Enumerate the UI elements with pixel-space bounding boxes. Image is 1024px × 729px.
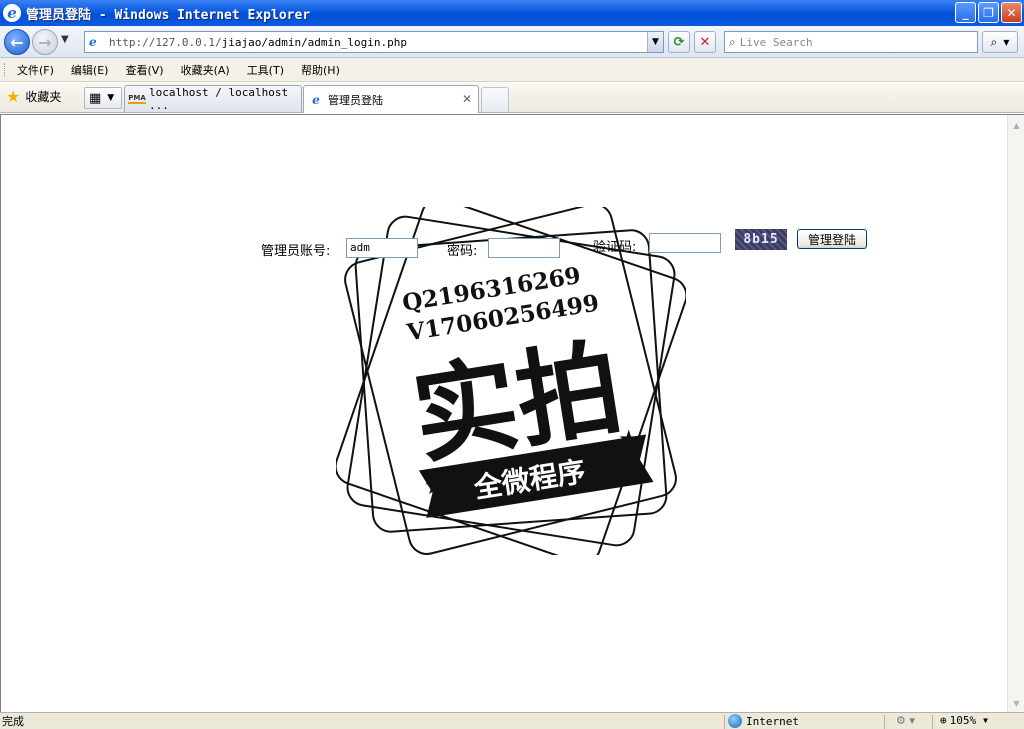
star-icon: ★ [424, 472, 446, 500]
status-divider [884, 715, 885, 729]
globe-icon [728, 714, 742, 728]
password-input[interactable] [488, 238, 560, 258]
ie-page-icon: e [312, 92, 320, 107]
protected-mode-icon[interactable]: ⚙ ▾ [896, 714, 915, 727]
captcha-label: 验证码: [593, 240, 637, 255]
ie-logo-icon: e [3, 4, 21, 22]
page-content: Q2196316269 V17060256499 实拍 全微程序 ★ ★ 管理员… [0, 114, 1024, 713]
menu-tools[interactable]: 工具(T) [247, 62, 284, 78]
zoom-icon: ⊕ [940, 714, 947, 727]
watermark-stamp: Q2196316269 V17060256499 实拍 全微程序 ★ ★ [336, 207, 686, 555]
magnifier-icon: ⌕ [990, 34, 998, 49]
quick-tabs-button[interactable]: ▦ ▼ [84, 87, 122, 109]
zoom-control[interactable]: ⊕ 105% ▼ [940, 714, 988, 727]
minimize-button[interactable]: _ [955, 2, 976, 23]
recent-pages-dropdown[interactable]: ▼ [61, 34, 69, 45]
stop-icon: ✕ [699, 34, 711, 50]
captcha-input[interactable] [649, 233, 721, 253]
address-bar[interactable]: e http://127.0.0.1/jiajao/admin/admin_lo… [84, 31, 664, 53]
password-label: 密码: [447, 244, 478, 259]
forward-button[interactable]: → [32, 29, 58, 55]
close-tab-icon[interactable]: ✕ [462, 92, 472, 106]
tab-label: 管理员登陆 [328, 93, 383, 107]
toolbar-grip[interactable] [4, 62, 7, 77]
search-button[interactable]: ⌕ ▼ [982, 31, 1018, 53]
back-button[interactable]: ← [4, 29, 30, 55]
status-bar: 完成 Internet ⚙ ▾ ⊕ 105% ▼ [0, 712, 1024, 729]
account-label: 管理员账号: [261, 244, 331, 259]
grid-icon: ▦ [89, 90, 102, 106]
login-button[interactable]: 管理登陆 [797, 229, 867, 249]
zoom-level: 105% [949, 714, 977, 727]
scroll-down-icon[interactable]: ▼ [1009, 695, 1024, 711]
search-placeholder: Live Search [739, 35, 813, 49]
menu-edit[interactable]: 编辑(E) [71, 62, 109, 78]
search-options-dropdown[interactable]: ▼ [1003, 38, 1009, 47]
star-icon: ★ [618, 425, 640, 453]
menu-bar: 文件(F) 编辑(E) 查看(V) 收藏夹(A) 工具(T) 帮助(H) [0, 58, 1024, 82]
search-box[interactable]: ⌕ Live Search [724, 31, 978, 53]
account-input[interactable]: adm [346, 238, 418, 258]
address-url[interactable]: http://127.0.0.1/jiajao/admin/admin_logi… [109, 36, 407, 49]
favorites-label: 收藏夹 [25, 90, 62, 104]
refresh-button[interactable]: ⟳ [668, 31, 690, 53]
status-divider [724, 715, 725, 729]
tab-phpmyadmin[interactable]: PMA localhost / localhost ... [124, 85, 302, 112]
phpmyadmin-icon: PMA [128, 94, 146, 104]
tab-list-dropdown[interactable]: ▼ [107, 93, 114, 103]
tab-label: localhost / localhost ... [149, 86, 289, 112]
vertical-scrollbar[interactable]: ▲ ▼ [1007, 115, 1024, 713]
menu-help[interactable]: 帮助(H) [301, 62, 340, 78]
star-icon: ★ [6, 87, 21, 106]
menu-file[interactable]: 文件(F) [17, 62, 54, 78]
arrow-left-icon: ← [10, 32, 24, 52]
menu-favorites[interactable]: 收藏夹(A) [181, 62, 230, 78]
address-toolbar: ← → ▼ e http://127.0.0.1/jiajao/admin/ad… [0, 26, 1024, 58]
window-title: 管理员登陆 - Windows Internet Explorer [26, 7, 311, 23]
menu-view[interactable]: 查看(V) [125, 62, 163, 78]
status-text: 完成 [2, 715, 24, 728]
new-tab-button[interactable] [481, 87, 509, 112]
close-button[interactable]: ✕ [1001, 2, 1022, 23]
scroll-up-icon[interactable]: ▲ [1009, 117, 1024, 133]
window-controls: _ ❐ ✕ [955, 2, 1022, 23]
restore-button[interactable]: ❐ [978, 2, 999, 23]
tab-admin-login[interactable]: e 管理员登陆 ✕ [303, 85, 479, 113]
search-icon: ⌕ [729, 34, 736, 49]
title-bar: e 管理员登陆 - Windows Internet Explorer _ ❐ … [0, 0, 1024, 26]
arrow-right-icon: → [38, 32, 52, 52]
address-dropdown[interactable]: ▼ [647, 32, 663, 52]
security-zone[interactable]: Internet [728, 714, 799, 728]
status-divider [932, 715, 933, 729]
captcha-image[interactable]: 8b15 [735, 229, 787, 250]
refresh-icon: ⟳ [673, 34, 685, 50]
zoom-dropdown[interactable]: ▼ [983, 716, 988, 725]
tab-bar: ★ 收藏夹 ▦ ▼ PMA localhost / localhost ... … [0, 83, 1024, 113]
stop-button[interactable]: ✕ [694, 31, 716, 53]
zone-label: Internet [746, 714, 799, 728]
favorites-button[interactable]: ★ 收藏夹 [6, 87, 61, 106]
page-icon: e [89, 35, 97, 49]
